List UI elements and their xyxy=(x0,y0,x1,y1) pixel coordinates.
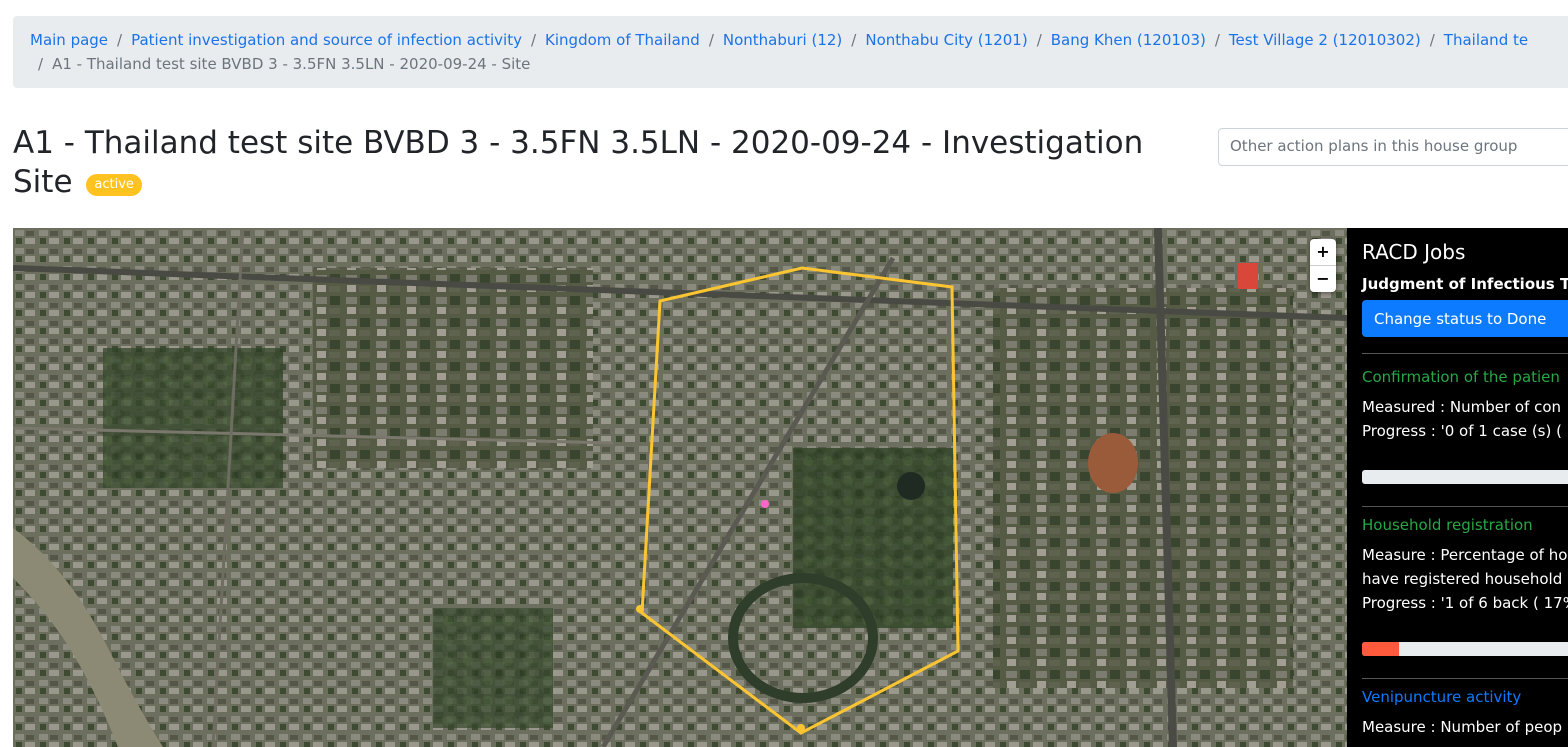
breadcrumb-separator: / xyxy=(38,55,44,73)
task-title[interactable]: Household registration xyxy=(1362,516,1533,534)
breadcrumb-link-site[interactable]: Thailand te xyxy=(1444,31,1528,49)
breadcrumb-link-country[interactable]: Kingdom of Thailand xyxy=(545,31,700,49)
zoom-out-button[interactable]: − xyxy=(1310,265,1336,292)
task-measure: Measure : Percentage of ho xyxy=(1362,546,1568,564)
breadcrumb-line-2: / A1 - Thailand test site BVBD 3 - 3.5FN … xyxy=(30,52,1568,76)
breadcrumb-link-main-page[interactable]: Main page xyxy=(30,31,108,49)
breadcrumb-separator: / xyxy=(117,31,123,49)
breadcrumb-link-village[interactable]: Test Village 2 (12010302) xyxy=(1229,31,1421,49)
panel-title: RACD Jobs xyxy=(1362,240,1466,264)
task-measure-continued: have registered household xyxy=(1362,570,1563,588)
case-location-marker[interactable] xyxy=(761,500,769,508)
task-progress-bar xyxy=(1362,642,1568,656)
breadcrumb-separator: / xyxy=(851,31,857,49)
divider xyxy=(1362,353,1568,354)
boundary-vertex-marker xyxy=(636,605,644,613)
other-action-plans-select[interactable]: Other action plans in this house group xyxy=(1218,128,1568,166)
breadcrumb-separator: / xyxy=(530,31,537,49)
breadcrumb: Main page / Patient investigation and sour… xyxy=(13,16,1568,88)
racd-jobs-panel: RACD Jobs Judgment of Infectious Typ Cha… xyxy=(1347,228,1568,747)
divider xyxy=(1362,678,1568,679)
breadcrumb-link-province[interactable]: Nonthaburi (12) xyxy=(723,31,842,49)
boundary-vertex-marker xyxy=(797,724,805,732)
zoom-in-button[interactable]: + xyxy=(1310,239,1336,265)
task-title[interactable]: Venipuncture activity xyxy=(1362,688,1521,706)
divider xyxy=(1362,506,1568,507)
page-title-text: A1 - Thailand test site BVBD 3 - 3.5FN 3… xyxy=(13,125,1144,200)
breadcrumb-separator: / xyxy=(1036,31,1042,49)
task-title[interactable]: Confirmation of the patien xyxy=(1362,368,1560,386)
breadcrumb-separator: / xyxy=(1429,31,1435,49)
zoom-control: + − xyxy=(1310,239,1336,292)
satellite-imagery xyxy=(13,228,1347,747)
panel-subtitle: Judgment of Infectious Typ xyxy=(1362,275,1568,293)
breadcrumb-separator: / xyxy=(1214,31,1220,49)
change-status-done-button[interactable]: Change status to Done xyxy=(1362,300,1568,337)
breadcrumb-current: A1 - Thailand test site BVBD 3 - 3.5FN 3… xyxy=(52,55,531,73)
task-progress-text: Progress : '0 of 1 case (s) ( ( xyxy=(1362,422,1568,440)
breadcrumb-line-1: Main page / Patient investigation and sour… xyxy=(30,28,1568,52)
task-progress-bar xyxy=(1362,470,1568,484)
task-measure: Measured : Number of con xyxy=(1362,398,1562,416)
breadcrumb-link-district[interactable]: Nonthabu City (1201) xyxy=(865,31,1027,49)
task-measure: Measure : Number of peop xyxy=(1362,718,1563,736)
page-title: A1 - Thailand test site BVBD 3 - 3.5FN 3… xyxy=(13,124,1163,202)
breadcrumb-separator: / xyxy=(708,31,714,49)
task-progress-text: Progress : '1 of 6 back ( 17% xyxy=(1362,594,1568,612)
map-view[interactable]: + − xyxy=(13,228,1347,747)
breadcrumb-link-investigation[interactable]: Patient investigation and source of infe… xyxy=(131,31,522,49)
status-badge: active xyxy=(86,174,142,196)
task-progress-fill xyxy=(1362,642,1400,656)
breadcrumb-link-subdistrict[interactable]: Bang Khen (120103) xyxy=(1051,31,1206,49)
